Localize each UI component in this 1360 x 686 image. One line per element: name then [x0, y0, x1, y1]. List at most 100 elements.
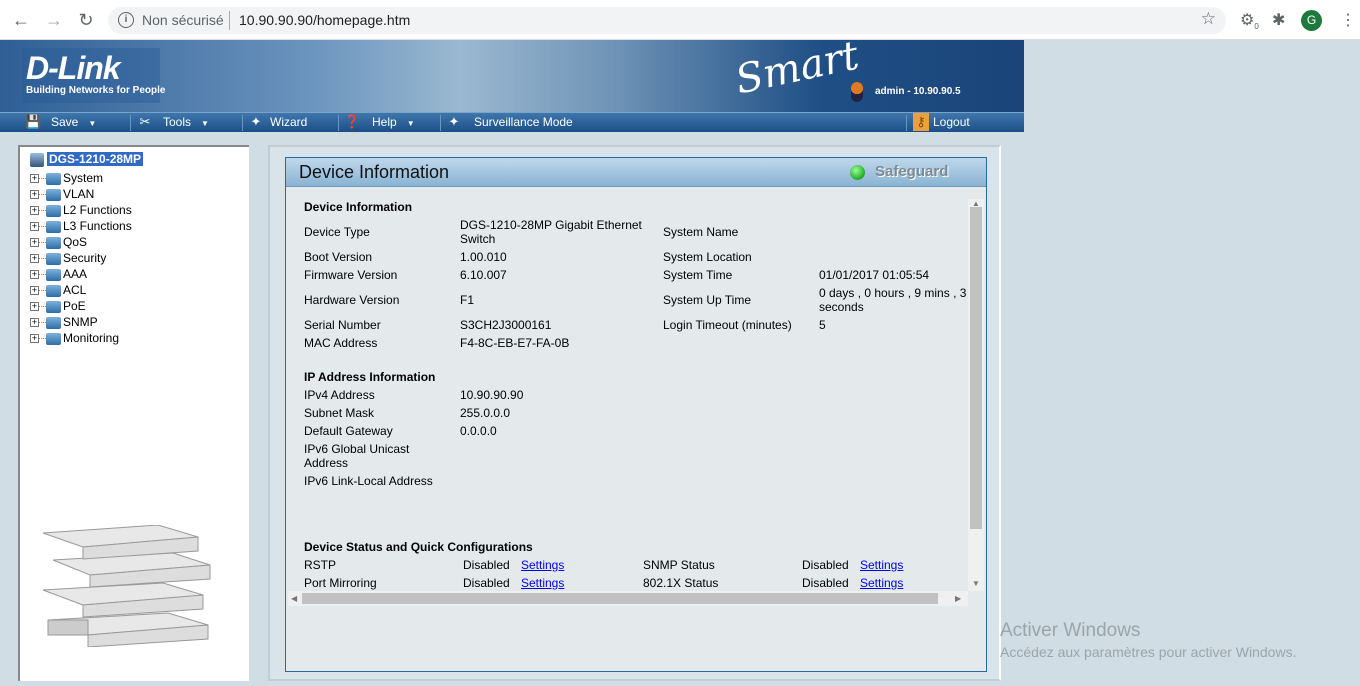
url-text[interactable]: 10.90.90.90/homepage.htm [239, 12, 410, 28]
expand-icon[interactable]: + [30, 286, 39, 296]
tree-item-acl[interactable]: + ACL [30, 282, 86, 298]
info-icon[interactable]: i [118, 12, 134, 28]
folder-icon [46, 332, 61, 345]
menu-surveillance-label: Surveillance Mode [474, 115, 573, 129]
smart-logo: Smart [731, 32, 863, 104]
folder-icon [46, 252, 61, 265]
expand-icon[interactable]: + [30, 270, 39, 280]
field-value: S3CH2J3000161 [460, 318, 552, 332]
help-icon: ❓ [344, 114, 361, 129]
bookmark-star-icon[interactable]: ☆ [1201, 9, 1216, 29]
expand-icon[interactable]: + [30, 302, 39, 312]
address-bar[interactable]: i Non sécurisé 10.90.90.90/homepage.htm … [108, 7, 1226, 34]
tree-connector [39, 194, 46, 196]
back-icon[interactable]: ← [10, 9, 32, 31]
expand-icon[interactable]: + [30, 206, 39, 216]
tree-item-vlan[interactable]: + VLAN [30, 186, 94, 202]
tree-item-aaa[interactable]: + AAA [30, 266, 87, 282]
reload-icon[interactable]: ↻ [75, 9, 97, 31]
tools-icon: ✂ [139, 114, 151, 129]
tree-item-label: System [63, 171, 104, 185]
menu-help[interactable]: ❓ Help ▼ [344, 113, 415, 133]
status-value: Disabled [802, 576, 849, 590]
menu-save[interactable]: 💾 Save ▼ [25, 113, 96, 133]
tree-item-snmp[interactable]: + SNMP [30, 314, 98, 330]
field-label: Login Timeout (minutes) [663, 318, 792, 332]
tree-root[interactable]: DGS-1210-28MP [30, 152, 144, 167]
windows-activation-watermark: Activer Windows Accédez aux paramètres p… [1000, 620, 1296, 660]
forward-icon[interactable]: → [43, 9, 65, 31]
tree-item-l3-functions[interactable]: + L3 Functions [30, 218, 132, 234]
horizontal-scrollbar[interactable]: ◀ ▶ [288, 591, 968, 606]
field-label: IPv6 Global Unicast [304, 442, 410, 456]
menu-wizard[interactable]: ✦ Wizard [248, 113, 308, 133]
scrollbar-thumb[interactable] [970, 207, 982, 529]
field-label: Address [304, 456, 349, 470]
menu-tools[interactable]: ✂ Tools ▼ [137, 113, 209, 133]
tree-connector [39, 274, 46, 276]
vertical-scrollbar[interactable]: ▲ ▼ [968, 199, 984, 591]
scroll-down-icon[interactable]: ▼ [972, 579, 980, 588]
tree-item-label: Security [63, 251, 107, 265]
tree-connector [39, 258, 46, 260]
tree-connector [39, 178, 46, 180]
expand-icon[interactable]: + [30, 318, 39, 328]
menu-surveillance[interactable]: ✦ Surveillance Mode [446, 113, 573, 133]
menu-bar: 💾 Save ▼ ✂ Tools ▼ ✦ Wizard ❓ Help ▼ ✦ Surveilla… [0, 112, 1024, 132]
settings-link[interactable]: Settings [521, 558, 564, 572]
tree-item-qos[interactable]: + QoS [30, 234, 87, 250]
menu-kebab-icon[interactable]: ⋮ [1340, 10, 1356, 30]
menu-logout[interactable]: ⚷ Logout [913, 113, 970, 133]
section-heading: Device Information [304, 200, 413, 214]
scrollbar-thumb[interactable] [302, 593, 938, 604]
field-value: DGS-1210-28MP Gigabit Ethernet [460, 218, 642, 232]
field-value: 1.00.010 [460, 250, 507, 264]
tree-root-label: DGS-1210-28MP [47, 152, 144, 166]
scroll-right-icon[interactable]: ▶ [955, 594, 961, 603]
tree-item-monitoring[interactable]: + Monitoring [30, 330, 119, 346]
tree-item-l2-functions[interactable]: + L2 Functions [30, 202, 132, 218]
status-value: Disabled [802, 558, 849, 572]
settings-link[interactable]: Settings [860, 558, 903, 572]
field-value: 0 days , 0 hours , 9 mins , 3 [819, 286, 967, 300]
tree-connector [39, 226, 46, 228]
expand-icon[interactable]: + [30, 222, 39, 232]
floppy-icon: 💾 [25, 114, 42, 129]
tree-connector [39, 338, 46, 340]
field-label: Default Gateway [304, 424, 393, 438]
folder-icon [46, 268, 61, 281]
status-label: Port Mirroring [304, 576, 377, 590]
expand-icon[interactable]: + [30, 238, 39, 248]
tree-item-security[interactable]: + Security [30, 250, 106, 266]
wand-icon: ✦ [250, 114, 262, 129]
field-value: seconds [819, 300, 864, 314]
avatar[interactable]: G [1301, 10, 1322, 31]
settings-link[interactable]: Settings [521, 576, 564, 590]
expand-icon[interactable]: + [30, 174, 39, 184]
tree-connector [39, 290, 46, 292]
menu-logout-label: Logout [933, 115, 970, 129]
field-label: Serial Number [304, 318, 381, 332]
puzzle-icon[interactable]: ✱ [1272, 10, 1285, 30]
field-label: Subnet Mask [304, 406, 375, 420]
menu-wizard-label: Wizard [270, 115, 308, 129]
tree-item-poe[interactable]: + PoE [30, 298, 86, 314]
settings-link[interactable]: Settings [860, 576, 903, 590]
tree-item-system[interactable]: + System [30, 170, 103, 186]
expand-icon[interactable]: + [30, 190, 39, 200]
device-info-box: Device Information Safeguard Device Info… [285, 157, 987, 672]
field-label: System Location [663, 250, 752, 264]
status-value: Disabled [463, 576, 510, 590]
field-value: 01/01/2017 01:05:54 [819, 268, 930, 282]
field-value: 255.0.0.0 [460, 406, 511, 420]
field-label: System Time [663, 268, 733, 282]
field-value: F4-8C-EB-E7-FA-0B [460, 336, 570, 350]
header-banner: D-Link Building Networks for People Smar… [0, 33, 1024, 112]
extension-icon[interactable]: ⚙0 [1240, 10, 1259, 31]
scroll-left-icon[interactable]: ◀ [291, 594, 297, 603]
expand-icon[interactable]: + [30, 334, 39, 344]
menu-save-label: Save [51, 115, 79, 129]
expand-icon[interactable]: + [30, 254, 39, 264]
folder-icon [46, 284, 61, 297]
tree-item-label: L2 Functions [63, 203, 132, 217]
